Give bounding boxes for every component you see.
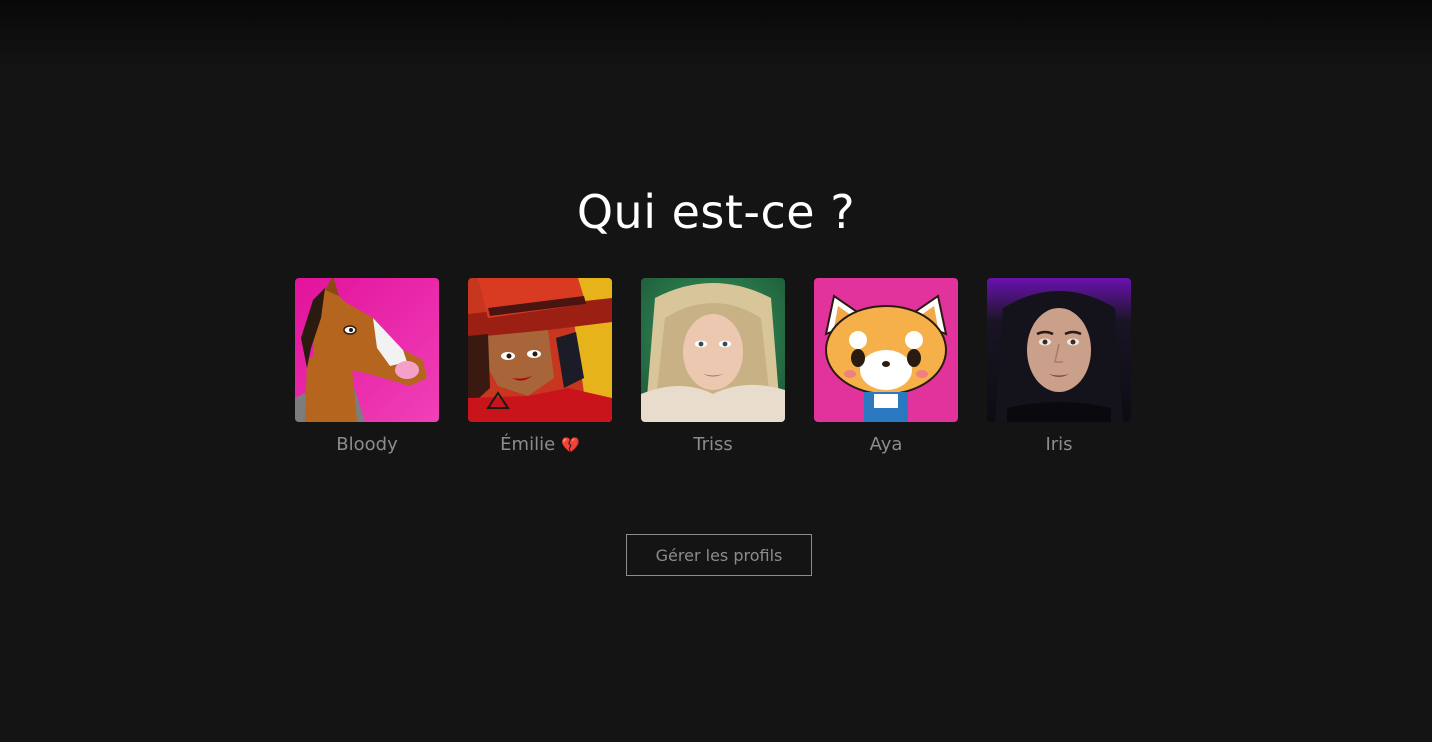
profile-name-text: Triss xyxy=(693,434,733,455)
profile-aya[interactable]: Aya xyxy=(814,278,958,457)
avatar-image xyxy=(295,278,439,422)
avatar-image xyxy=(641,278,785,422)
profile-name-text: Émilie xyxy=(500,434,556,455)
profile-name: Aya xyxy=(870,433,903,457)
profile-name-text: Bloody xyxy=(336,434,398,455)
manage-profiles-button[interactable]: Gérer les profils xyxy=(626,534,812,576)
red-hat-woman-avatar-icon[interactable] xyxy=(468,278,612,422)
profile-name: Iris xyxy=(1045,433,1072,457)
avatar-image xyxy=(814,278,958,422)
blonde-woman-avatar-icon[interactable] xyxy=(641,278,785,422)
page-title: Qui est-ce ? xyxy=(576,185,856,239)
profile-name: Bloody xyxy=(336,433,397,457)
broken-heart-icon: 💔 xyxy=(561,436,580,454)
profile-emilie[interactable]: Émilie 💔 xyxy=(468,278,612,457)
profile-list: Bloody Émilie 💔 Triss Aya Iris xyxy=(295,278,1131,457)
avatar-image xyxy=(468,278,612,422)
profile-triss[interactable]: Triss xyxy=(641,278,785,457)
red-panda-avatar-icon[interactable] xyxy=(814,278,958,422)
profile-name-text: Iris xyxy=(1045,434,1073,455)
bojack-horse-avatar-icon[interactable] xyxy=(295,278,439,422)
avatar-image xyxy=(987,278,1131,422)
profile-name-text: Aya xyxy=(869,434,903,455)
profile-name: Émilie 💔 xyxy=(500,433,580,457)
dark-haired-woman-avatar-icon[interactable] xyxy=(987,278,1131,422)
profile-selection-page: Qui est-ce ? Bloody Émilie 💔 Triss Aya I… xyxy=(0,0,1432,742)
profile-iris[interactable]: Iris xyxy=(987,278,1131,457)
profile-name: Triss xyxy=(693,433,733,457)
profile-bloody[interactable]: Bloody xyxy=(295,278,439,457)
